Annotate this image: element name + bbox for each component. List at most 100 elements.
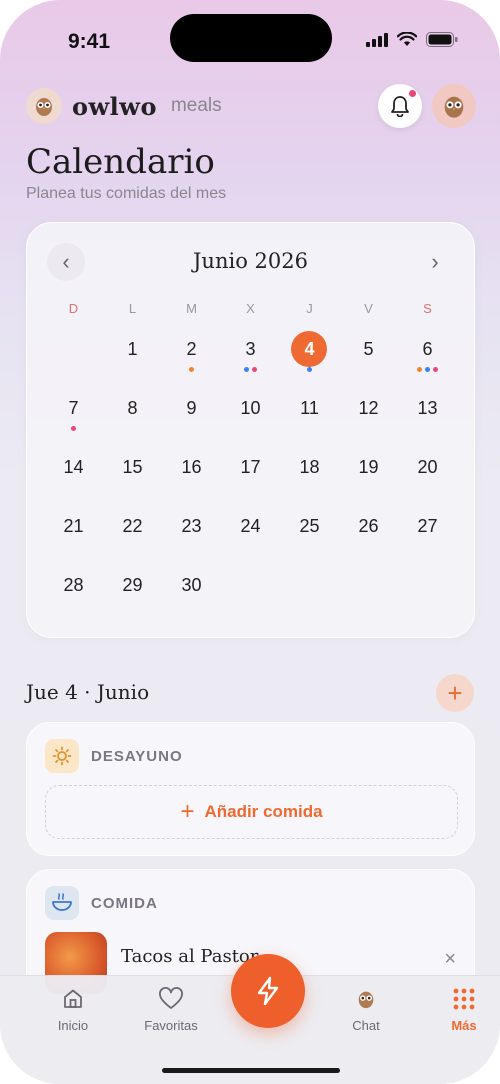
calendar-day-24[interactable]: 24 — [221, 506, 280, 565]
chevron-right-icon: › — [431, 249, 439, 274]
calendar-day-2[interactable]: 2 — [162, 329, 221, 388]
app-header: owlwo meals — [26, 84, 476, 128]
calendar-day-29[interactable]: 29 — [103, 565, 162, 624]
day-number: 3 — [245, 339, 256, 359]
calendar-day-19[interactable]: 19 — [339, 447, 398, 506]
calendar-day-18[interactable]: 18 — [280, 447, 339, 506]
meal-indicator-dots — [221, 367, 280, 372]
meal-dot — [307, 367, 312, 372]
calendar-day-8[interactable]: 8 — [103, 388, 162, 447]
calendar-day-4[interactable]: 4 — [280, 329, 339, 388]
next-month-button[interactable]: › — [416, 243, 454, 281]
bowl-icon — [45, 886, 79, 920]
owl-avatar-icon — [444, 96, 464, 118]
calendar-day-15[interactable]: 15 — [103, 447, 162, 506]
add-meal-day-button[interactable]: + — [436, 674, 474, 712]
day-number: 11 — [300, 398, 319, 418]
calendar-week-row: 1 2 3 4 5 6 — [44, 329, 457, 388]
day-number: 12 — [358, 398, 379, 418]
page-title: Calendario — [26, 142, 215, 182]
dynamic-island — [170, 14, 332, 62]
status-icons — [366, 32, 458, 47]
plus-icon: + — [180, 798, 195, 825]
calendar-day-6[interactable]: 6 — [398, 329, 457, 388]
calendar-grid: 1 2 3 4 5 6 7 8 9 10 11 12 13 14 15 16 17 18 19 20 21 22 23 24 2… — [44, 329, 457, 624]
tab-favorites[interactable]: Favoritas — [126, 984, 216, 1033]
day-number: 19 — [358, 457, 379, 477]
notifications-button[interactable] — [378, 84, 422, 128]
calendar-day-27[interactable]: 27 — [398, 506, 457, 565]
weekday-label: L — [128, 301, 137, 316]
month-title: Junio 2026 — [193, 249, 308, 273]
day-number: 1 — [127, 339, 138, 359]
calendar-day-28[interactable]: 28 — [44, 565, 103, 624]
weekday-label: X — [246, 301, 255, 316]
empty-day-cell — [44, 329, 103, 388]
day-number: 22 — [122, 516, 143, 536]
day-number: 15 — [122, 457, 143, 477]
day-number: 7 — [68, 398, 79, 418]
day-number: 18 — [299, 457, 320, 477]
calendar-day-26[interactable]: 26 — [339, 506, 398, 565]
day-number: 5 — [363, 339, 374, 359]
calendar-day-1[interactable]: 1 — [103, 329, 162, 388]
section-name: meals — [170, 95, 222, 116]
day-number: 21 — [63, 516, 84, 536]
lunch-label: COMIDA — [91, 894, 158, 912]
calendar-day-13[interactable]: 13 — [398, 388, 457, 447]
close-icon[interactable]: × — [444, 948, 456, 971]
tab-favorites-label: Favoritas — [144, 1018, 198, 1033]
tab-more-label: Más — [451, 1018, 477, 1033]
tab-chat[interactable]: Chat — [321, 984, 411, 1033]
calendar-day-5[interactable]: 5 — [339, 329, 398, 388]
calendar-day-23[interactable]: 23 — [162, 506, 221, 565]
meal-dot — [425, 367, 430, 372]
meal-dot — [189, 367, 194, 372]
day-number: 13 — [417, 398, 438, 418]
meal-indicator-dots — [280, 367, 339, 372]
calendar-week-row: 7 8 9 10 11 12 13 — [44, 388, 457, 447]
calendar-day-3[interactable]: 3 — [221, 329, 280, 388]
tab-home[interactable]: Inicio — [28, 984, 118, 1033]
weekday-row: DLMXJVS — [44, 301, 457, 316]
calendar-day-10[interactable]: 10 — [221, 388, 280, 447]
battery-icon — [426, 32, 458, 47]
weekday-label: J — [306, 301, 313, 316]
calendar-day-9[interactable]: 9 — [162, 388, 221, 447]
breakfast-label: DESAYUNO — [91, 747, 183, 765]
brand-name: owlwo — [72, 91, 157, 121]
quick-action-button[interactable] — [231, 954, 305, 1028]
tab-more[interactable]: Más — [419, 984, 500, 1033]
profile-avatar[interactable] — [432, 84, 476, 128]
calendar-day-11[interactable]: 11 — [280, 388, 339, 447]
calendar-day-20[interactable]: 20 — [398, 447, 457, 506]
meal-dot — [71, 426, 76, 431]
tab-home-label: Inicio — [57, 1018, 89, 1033]
signal-icon — [366, 32, 388, 47]
meal-dot — [417, 367, 422, 372]
recipe-name: Tacos al Pastor — [121, 945, 259, 967]
calendar-day-16[interactable]: 16 — [162, 447, 221, 506]
calendar-day-17[interactable]: 17 — [221, 447, 280, 506]
day-number: 25 — [299, 516, 320, 536]
calendar-day-21[interactable]: 21 — [44, 506, 103, 565]
add-breakfast-button[interactable]: + Añadir comida — [45, 785, 458, 839]
add-meal-label: Añadir comida — [204, 802, 323, 821]
wifi-icon — [397, 32, 417, 46]
page-subtitle: Planea tus comidas del mes — [26, 185, 227, 202]
day-number: 20 — [417, 457, 438, 477]
calendar-day-25[interactable]: 25 — [280, 506, 339, 565]
empty-day-cell — [398, 565, 457, 624]
calendar-day-12[interactable]: 12 — [339, 388, 398, 447]
meal-dot — [252, 367, 257, 372]
owl-chat-icon — [358, 991, 374, 1009]
lightning-icon — [257, 976, 279, 1006]
calendar-day-14[interactable]: 14 — [44, 447, 103, 506]
weekday-label: S — [423, 301, 432, 316]
owl-logo-icon — [26, 88, 62, 124]
calendar-day-30[interactable]: 30 — [162, 565, 221, 624]
empty-day-cell — [280, 565, 339, 624]
calendar-day-7[interactable]: 7 — [44, 388, 103, 447]
calendar-day-22[interactable]: 22 — [103, 506, 162, 565]
day-number: 17 — [240, 457, 261, 477]
